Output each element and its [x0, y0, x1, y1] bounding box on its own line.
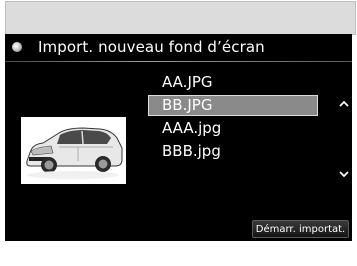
page-title: Import. nouveau fond d’écran — [38, 38, 265, 56]
disc-bullet-icon — [12, 42, 22, 52]
file-item[interactable]: AAA.jpg — [148, 117, 318, 140]
top-bezel — [5, 1, 356, 35]
wallpaper-preview — [21, 117, 126, 184]
car-thumbnail — [26, 127, 123, 179]
file-item[interactable]: BBB.jpg — [148, 140, 318, 163]
header-divider — [5, 61, 352, 62]
file-item[interactable]: AA.JPG — [148, 71, 318, 94]
start-import-button[interactable]: Démarr. importat. — [252, 220, 349, 238]
file-list: AA.JPG BB.JPG AAA.jpg BBB.jpg — [148, 71, 318, 163]
file-item-selected[interactable]: BB.JPG — [148, 95, 318, 116]
chevron-up-icon[interactable] — [337, 96, 351, 110]
chevron-down-icon[interactable] — [337, 166, 351, 180]
